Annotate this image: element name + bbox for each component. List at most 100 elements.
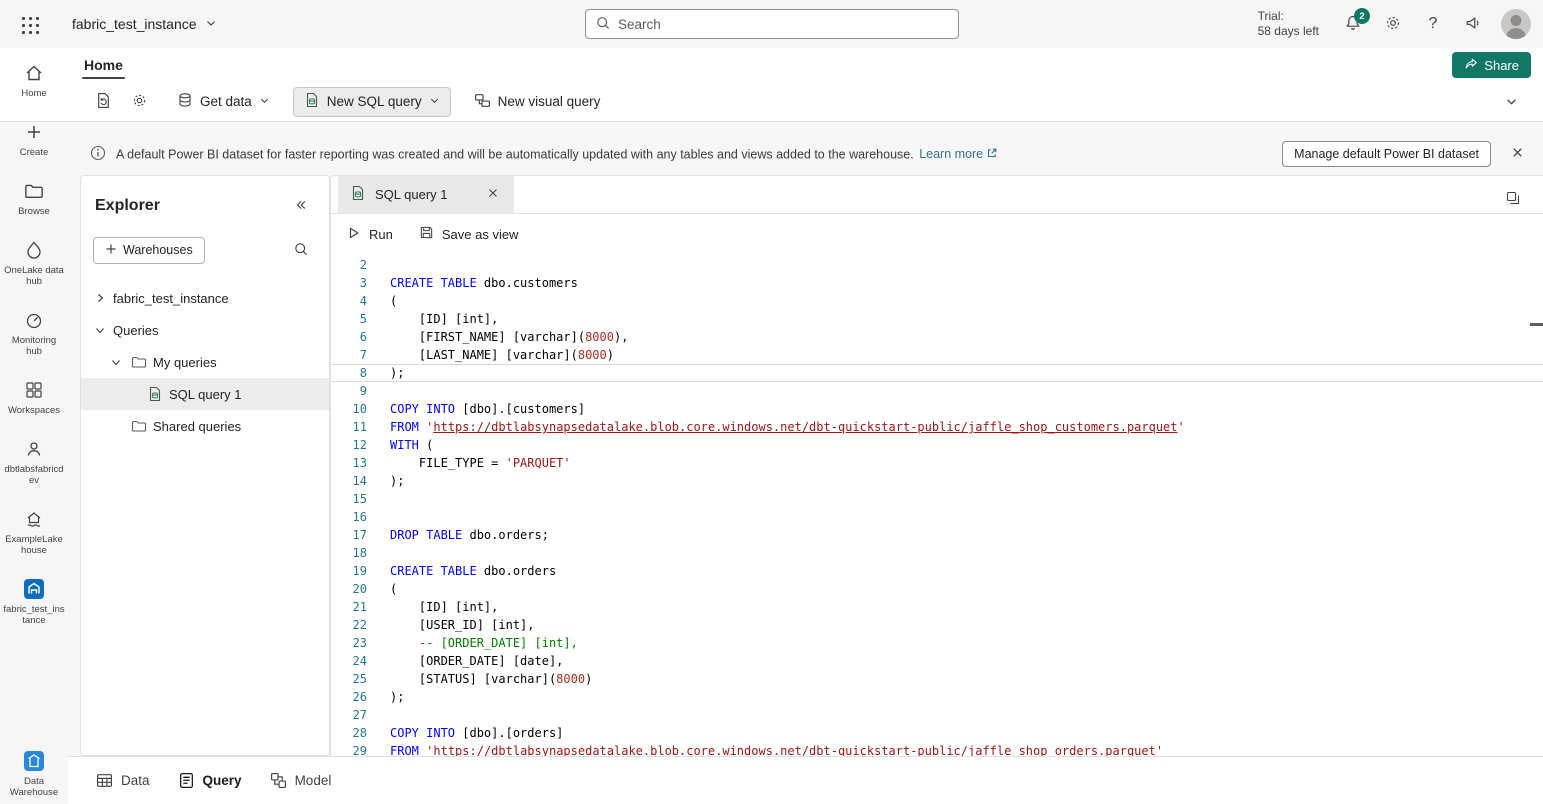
home-icon <box>24 62 44 84</box>
code-line[interactable]: 21 [ID] [int], <box>331 598 1543 616</box>
code-line[interactable]: 10COPY INTO [dbo].[customers] <box>331 400 1543 418</box>
model-icon <box>270 772 287 789</box>
share-button[interactable]: Share <box>1452 52 1531 78</box>
code-link[interactable]: https://dbtlabsynapsedatalake.blob.core.… <box>433 420 1177 434</box>
external-link-icon <box>986 147 998 162</box>
code-line[interactable]: 20( <box>331 580 1543 598</box>
new-sql-query-button[interactable]: New SQL query <box>293 87 451 117</box>
code-line[interactable]: 15 <box>331 490 1543 508</box>
code-line[interactable]: 17DROP TABLE dbo.orders; <box>331 526 1543 544</box>
code-line[interactable]: 12WITH ( <box>331 436 1543 454</box>
code-token: [dbo].[customers] <box>455 402 585 416</box>
get-data-button[interactable]: Get data <box>166 87 281 117</box>
feedback-icon <box>1464 14 1482 35</box>
rail-item-data-warehouse[interactable]: Data Warehouse <box>1 750 67 798</box>
chevron-down-icon[interactable] <box>107 353 125 371</box>
code-line[interactable]: 5 [ID] [int], <box>331 310 1543 328</box>
code-line[interactable]: 6 [FIRST_NAME] [varchar](8000), <box>331 328 1543 346</box>
banner-close-button[interactable] <box>1501 138 1533 170</box>
code-line[interactable]: 13 FILE_TYPE = 'PARQUET' <box>331 454 1543 472</box>
feedback-button[interactable] <box>1457 8 1489 40</box>
account-avatar[interactable] <box>1501 9 1531 39</box>
copy-button[interactable] <box>1497 183 1529 215</box>
manage-default-dataset-button[interactable]: Manage default Power BI dataset <box>1282 141 1491 167</box>
tab-close-button[interactable] <box>484 186 502 204</box>
copy-icon <box>1505 190 1521 209</box>
rail-item-fabric-test-instance[interactable]: fabric_test_instance <box>1 578 67 626</box>
new-visual-query-label: New visual query <box>498 94 601 109</box>
code-link[interactable]: https://dbtlabsynapsedatalake.blob.core.… <box>433 744 1155 756</box>
chevron-spacer <box>107 417 125 435</box>
tab-home[interactable]: Home <box>82 50 125 80</box>
code-text: WITH ( <box>390 436 433 454</box>
new-visual-query-button[interactable]: New visual query <box>463 87 612 117</box>
collapse-explorer-button[interactable] <box>285 190 317 222</box>
chevron-right-icon[interactable] <box>91 289 109 307</box>
rail-item-dbtlabsfabricdev[interactable]: dbtlabsfabricdev <box>1 438 67 486</box>
bottom-tab-data[interactable]: Data <box>96 772 150 789</box>
line-number: 15 <box>331 490 367 508</box>
topbar-actions: Trial: 58 days left 2 ? <box>1258 8 1531 40</box>
code-line[interactable]: 11FROM 'https://dbtlabsynapsedatalake.bl… <box>331 418 1543 436</box>
rail-item-workspaces[interactable]: Workspaces <box>1 379 67 416</box>
chevron-down-icon <box>259 94 270 109</box>
code-line[interactable]: 7 [LAST_NAME] [varchar](8000) <box>331 346 1543 364</box>
settings-button[interactable] <box>1377 8 1409 40</box>
query-settings-button[interactable] <box>124 87 154 117</box>
search-box[interactable] <box>585 9 959 39</box>
tree-item-shared-queries[interactable]: Shared queries <box>81 410 329 442</box>
chevron-down-icon[interactable] <box>91 321 109 339</box>
code-line[interactable]: 9 <box>331 382 1543 400</box>
bottom-tab-model[interactable]: Model <box>270 772 332 789</box>
tree-item-fabric-test-instance[interactable]: fabric_test_instance <box>81 282 329 314</box>
tree-item-my-queries[interactable]: My queries <box>81 346 329 378</box>
rail-item-create[interactable]: Create <box>1 121 67 158</box>
code-line[interactable]: 4( <box>331 292 1543 310</box>
code-line[interactable]: 22 [USER_ID] [int], <box>331 616 1543 634</box>
search-input[interactable] <box>618 17 949 32</box>
data-grid-icon <box>96 772 113 789</box>
notifications-button[interactable]: 2 <box>1337 8 1369 40</box>
workspace-switcher[interactable]: fabric_test_instance <box>72 16 217 32</box>
add-warehouses-button[interactable]: Warehouses <box>93 237 205 264</box>
code-token: ' <box>1156 744 1163 756</box>
code-line[interactable]: 14); <box>331 472 1543 490</box>
code-line[interactable]: 24 [ORDER_DATE] [date], <box>331 652 1543 670</box>
save-as-view-button[interactable]: Save as view <box>419 225 519 243</box>
code-line[interactable]: 19CREATE TABLE dbo.orders <box>331 562 1543 580</box>
code-line[interactable]: 26); <box>331 688 1543 706</box>
code-line[interactable]: 16 <box>331 508 1543 526</box>
rail-item-home[interactable]: Home <box>1 62 67 99</box>
code-line[interactable]: 28COPY INTO [dbo].[orders] <box>331 724 1543 742</box>
code-line[interactable]: 18 <box>331 544 1543 562</box>
rail-item-monitoring-hub[interactable]: Monitoring hub <box>1 309 67 357</box>
tree-item-sql-query-1[interactable]: SQL query 1 <box>81 378 329 410</box>
ribbon-collapse-button[interactable] <box>1495 87 1527 119</box>
learn-more-label: Learn more <box>919 147 983 161</box>
query-editor-panel: SQL query 1 Run Save as view 23CREATE TA… <box>330 175 1543 756</box>
code-line[interactable]: 23 -- [ORDER_DATE] [int], <box>331 634 1543 652</box>
code-line[interactable]: 2 <box>331 256 1543 274</box>
tree-item-queries[interactable]: Queries <box>81 314 329 346</box>
refresh-button[interactable] <box>88 87 118 117</box>
code-line[interactable]: 8); <box>331 364 1543 382</box>
app-launcher-button[interactable] <box>12 7 46 41</box>
line-number: 8 <box>331 364 367 382</box>
rail-item-examplelakehouse[interactable]: ExampleLakehouse <box>1 508 67 556</box>
tab-title: SQL query 1 <box>375 187 448 202</box>
rail-item-label: OneLake data hub <box>3 265 65 287</box>
rail-item-onelake-data-hub[interactable]: OneLake data hub <box>1 239 67 287</box>
run-button[interactable]: Run <box>347 226 393 243</box>
code-line[interactable]: 3CREATE TABLE dbo.customers <box>331 274 1543 292</box>
explorer-search-button[interactable] <box>285 234 317 266</box>
query-tab[interactable]: SQL query 1 <box>338 176 514 214</box>
code-token: ); <box>390 366 404 380</box>
rail-item-browse[interactable]: Browse <box>1 180 67 217</box>
learn-more-link[interactable]: Learn more <box>919 147 998 162</box>
code-line[interactable]: 25 [STATUS] [varchar](8000) <box>331 670 1543 688</box>
bottom-tab-query[interactable]: Query <box>178 772 242 789</box>
code-editor[interactable]: 23CREATE TABLE dbo.customers4(5 [ID] [in… <box>331 254 1543 756</box>
help-button[interactable]: ? <box>1417 8 1449 40</box>
code-line[interactable]: 29FROM 'https://dbtlabsynapsedatalake.bl… <box>331 742 1543 756</box>
code-line[interactable]: 27 <box>331 706 1543 724</box>
